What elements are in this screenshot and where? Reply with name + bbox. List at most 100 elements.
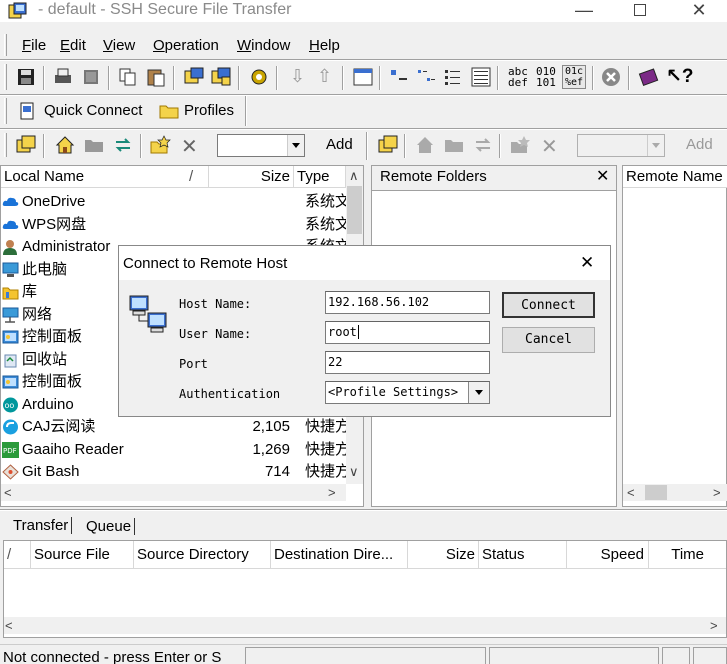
column-type[interactable]: Type — [294, 166, 346, 188]
new-terminal-icon[interactable] — [183, 66, 205, 88]
new-file-transfer-icon[interactable] — [210, 66, 232, 88]
profiles-button[interactable]: Profiles — [157, 98, 237, 124]
ascii-mode-icon[interactable]: abc def — [508, 66, 528, 88]
download-arrow-icon[interactable]: ⇩ — [290, 66, 305, 87]
host-name-input[interactable]: 192.168.56.102 — [325, 291, 490, 314]
menu-window[interactable]: Window — [237, 37, 290, 54]
menu-view[interactable]: View — [103, 37, 135, 54]
file-row[interactable]: Git Bash 714 快捷方 — [1, 461, 346, 483]
remote-refresh-icon[interactable] — [472, 134, 494, 156]
minimize-button[interactable]: — — [561, 0, 607, 22]
context-help-icon[interactable]: ↖? — [666, 65, 694, 88]
column-time[interactable]: Time — [649, 541, 726, 569]
svg-text:oo: oo — [5, 401, 15, 410]
remote-home-icon[interactable] — [414, 134, 436, 156]
column-source-file[interactable]: Source File — [31, 541, 134, 569]
remote-up-folder-icon[interactable] — [443, 134, 465, 156]
local-folder-icon[interactable] — [15, 134, 37, 156]
tab-transfer[interactable]: Transfer — [13, 517, 73, 534]
print-icon[interactable] — [52, 66, 74, 88]
separator — [43, 66, 45, 90]
paste-icon[interactable] — [145, 66, 167, 88]
column-size[interactable]: Size — [209, 166, 294, 188]
remote-path-combo[interactable] — [577, 134, 665, 157]
cancel-button[interactable]: Cancel — [502, 327, 595, 353]
remote-folder-icon[interactable] — [377, 134, 399, 156]
view-panel-icon[interactable] — [352, 66, 374, 88]
transfer-panel[interactable]: / Source File Source Directory Destinati… — [3, 540, 727, 638]
authentication-select[interactable]: <Profile Settings> — [325, 381, 490, 404]
user-name-input[interactable]: root — [325, 321, 490, 344]
scroll-right-icon[interactable]: > — [713, 485, 721, 500]
binary-mode-icon[interactable]: 010 101 — [536, 66, 556, 88]
port-input[interactable]: 22 — [325, 351, 490, 374]
file-type: 快捷方 — [305, 440, 346, 458]
scroll-up-icon[interactable]: ∧ — [349, 168, 359, 184]
column-status[interactable]: Status — [479, 541, 567, 569]
column-source-directory[interactable]: Source Directory — [134, 541, 271, 569]
separator — [499, 134, 501, 158]
local-path-combo[interactable] — [217, 134, 305, 157]
add-remote-button[interactable]: Add — [686, 136, 713, 153]
column-remote-name[interactable]: Remote Name — [623, 166, 727, 188]
tab-queue[interactable]: Queue — [86, 518, 136, 535]
user-name-label: User Name: — [179, 327, 252, 341]
stop-icon[interactable] — [600, 66, 622, 88]
dialog-close-icon[interactable]: ✕ — [580, 253, 594, 273]
column-sort[interactable]: / — [4, 541, 31, 569]
scroll-right-icon[interactable]: > — [328, 485, 336, 500]
maximize-button[interactable] — [617, 0, 663, 22]
quick-connect-button[interactable]: Quick Connect — [16, 98, 150, 124]
remote-file-panel[interactable]: Remote Name < > — [622, 165, 727, 507]
menu-help[interactable]: Help — [309, 37, 340, 54]
remote-new-folder-icon[interactable] — [509, 134, 531, 156]
upload-arrow-icon[interactable]: ⇧ — [317, 66, 332, 87]
print-preview-icon[interactable] — [80, 66, 102, 88]
home-icon[interactable] — [54, 134, 76, 156]
save-icon[interactable] — [15, 66, 37, 88]
column-transfer-size[interactable]: Size — [408, 541, 479, 569]
column-local-name[interactable]: Local Name / — [1, 166, 209, 188]
small-icons-icon[interactable] — [415, 66, 437, 88]
separator — [108, 66, 110, 90]
transfer-horizontal-scrollbar[interactable]: < > — [4, 617, 726, 634]
divider — [0, 94, 727, 96]
menu-edit[interactable]: Edit — [60, 37, 86, 54]
remote-delete-icon[interactable]: ✕ — [541, 134, 558, 159]
file-row[interactable]: PDF Gaaiho Reader 1,269 快捷方 — [1, 439, 346, 461]
scroll-right-icon[interactable]: > — [710, 618, 718, 633]
file-row[interactable]: OneDrive 系统文 — [1, 191, 346, 213]
file-row[interactable]: WPS网盘 系统文 — [1, 214, 346, 236]
connect-button[interactable]: Connect — [502, 292, 595, 318]
menu-file[interactable]: File — [22, 37, 46, 54]
new-folder-icon[interactable] — [149, 134, 171, 156]
refresh-icon[interactable] — [112, 134, 134, 156]
help-book-icon[interactable] — [638, 66, 660, 88]
file-name: Gaaiho Reader — [22, 440, 124, 458]
scroll-left-icon[interactable]: < — [4, 485, 12, 500]
column-speed[interactable]: Speed — [567, 541, 649, 569]
copy-icon[interactable] — [117, 66, 139, 88]
scroll-left-icon[interactable]: < — [627, 485, 635, 500]
scroll-left-icon[interactable]: < — [5, 618, 13, 633]
delete-icon[interactable]: ✕ — [181, 134, 198, 159]
up-folder-icon[interactable] — [83, 134, 105, 156]
file-row[interactable]: CAJ云阅读 2,105 快捷方 — [1, 416, 346, 438]
scroll-down-icon[interactable]: ∨ — [349, 464, 359, 480]
list-view-icon[interactable] — [442, 66, 464, 88]
add-local-button[interactable]: Add — [326, 136, 353, 153]
menu-operation[interactable]: Operation — [153, 37, 219, 54]
local-horizontal-scrollbar[interactable]: < > — [1, 484, 346, 501]
column-destination-directory[interactable]: Destination Dire... — [271, 541, 408, 569]
close-button[interactable]: ✕ — [676, 0, 722, 22]
large-icons-icon[interactable] — [388, 66, 410, 88]
close-remote-folders-icon[interactable]: ✕ — [596, 166, 609, 186]
scroll-thumb[interactable] — [645, 485, 667, 500]
auto-mode-icon[interactable]: 01c %ef — [562, 65, 586, 89]
chevron-down-icon[interactable] — [468, 382, 489, 403]
scroll-thumb[interactable] — [347, 186, 362, 234]
details-view-icon[interactable] — [470, 66, 492, 88]
remote-horizontal-scrollbar[interactable]: < > — [623, 484, 727, 501]
separator — [342, 66, 344, 90]
settings-icon[interactable] — [248, 66, 270, 88]
